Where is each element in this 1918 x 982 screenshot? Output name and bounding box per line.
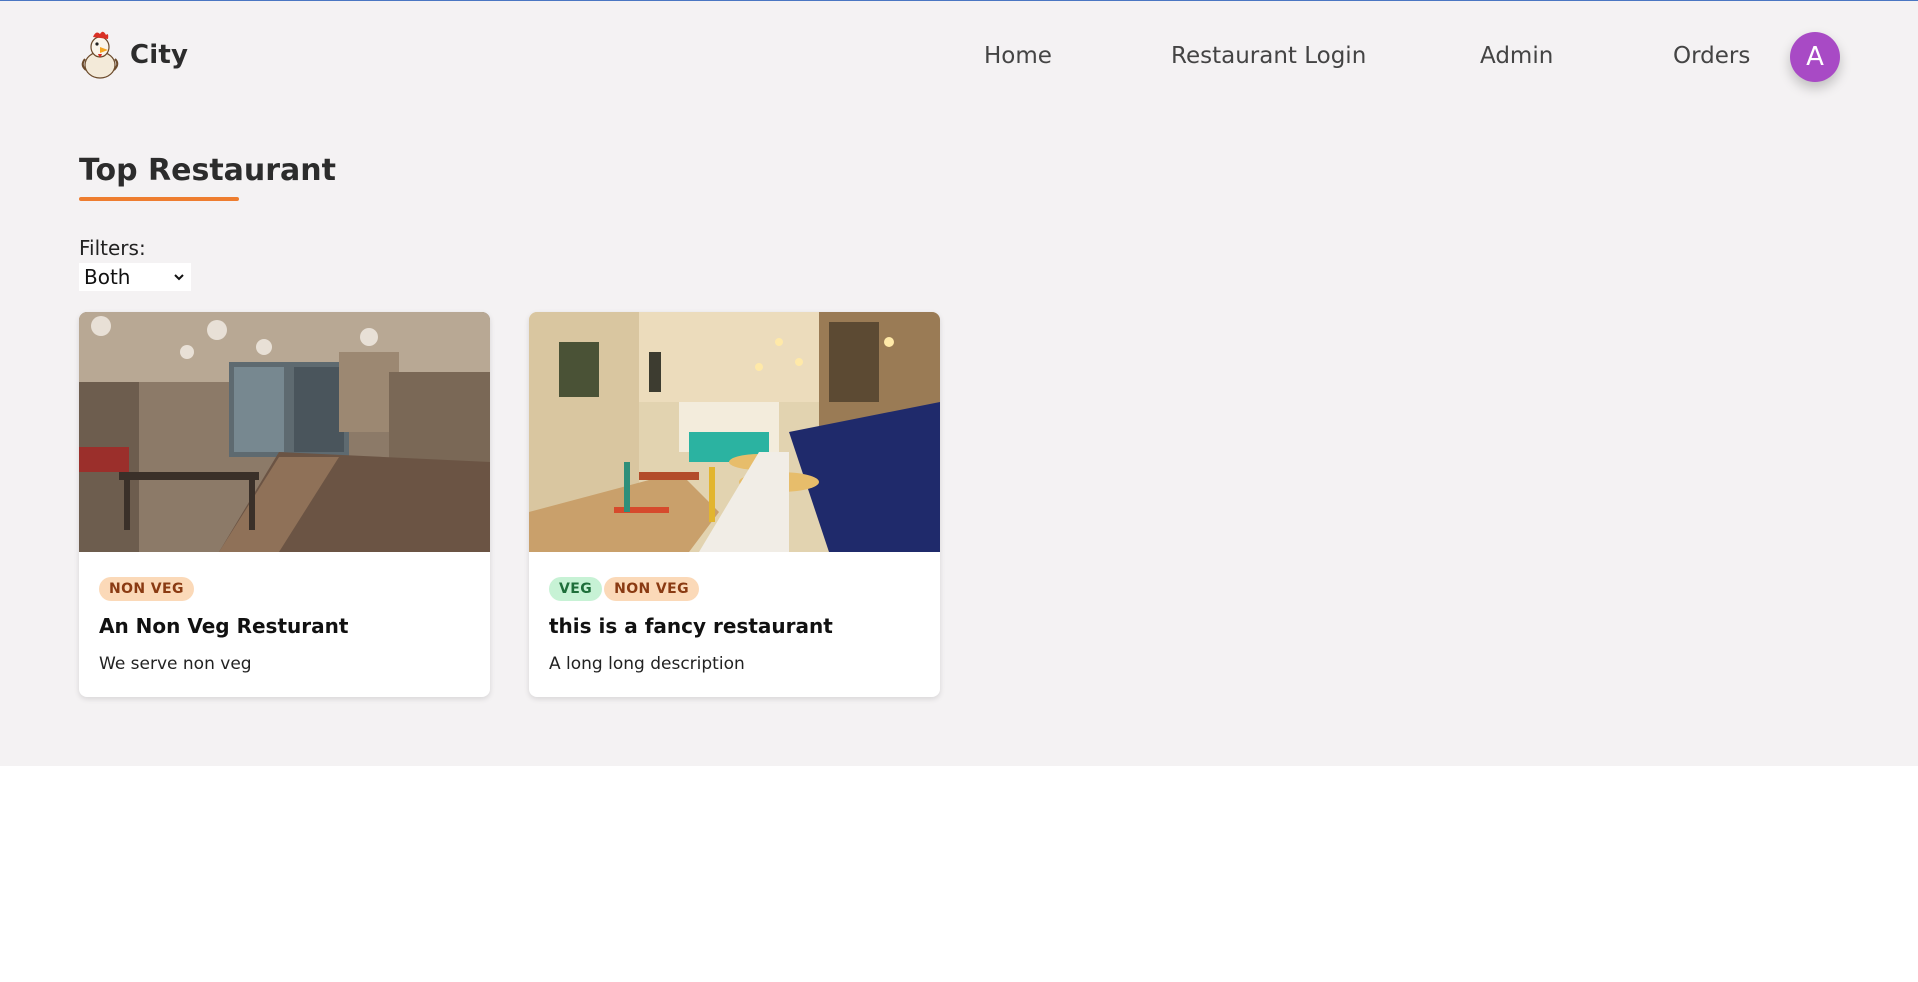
restaurant-interior-photo-icon: [79, 312, 490, 552]
card-tags: NON VEG: [99, 577, 194, 601]
filter-selected-value: Both: [84, 265, 131, 289]
page-background: City Home Restaurant Login Admin Orders …: [0, 0, 1918, 766]
filter-select[interactable]: Both: [79, 263, 191, 291]
restaurant-interior-photo-icon: [529, 312, 940, 552]
restaurant-card[interactable]: NON VEG An Non Veg Resturant We serve no…: [79, 312, 490, 697]
avatar-initial: A: [1806, 42, 1824, 72]
chevron-down-icon: [174, 274, 184, 281]
filters-label: Filters:: [79, 236, 146, 260]
tag-non-veg: NON VEG: [99, 577, 194, 601]
restaurant-card[interactable]: VEG NON VEG this is a fancy restaurant A…: [529, 312, 940, 697]
navbar: City Home Restaurant Login Admin Orders …: [0, 1, 1918, 111]
tag-veg: VEG: [549, 577, 603, 601]
nav-orders[interactable]: Orders: [1673, 43, 1750, 69]
brand-name: City: [130, 40, 189, 70]
restaurant-name: An Non Veg Resturant: [99, 614, 349, 638]
restaurant-description: A long long description: [549, 654, 745, 674]
title-underline: [79, 197, 239, 201]
restaurant-name: this is a fancy restaurant: [549, 614, 833, 638]
user-avatar[interactable]: A: [1790, 32, 1840, 82]
nav-restaurant-login[interactable]: Restaurant Login: [1171, 43, 1366, 69]
section-title: Top Restaurant: [79, 153, 336, 188]
brand[interactable]: City: [78, 29, 188, 81]
nav-home[interactable]: Home: [984, 43, 1052, 69]
rooster-chef-logo-icon: [81, 31, 119, 79]
tag-non-veg: NON VEG: [604, 577, 699, 601]
restaurant-description: We serve non veg: [99, 654, 252, 674]
card-tags: VEG NON VEG: [549, 577, 699, 601]
nav-admin[interactable]: Admin: [1480, 43, 1553, 69]
